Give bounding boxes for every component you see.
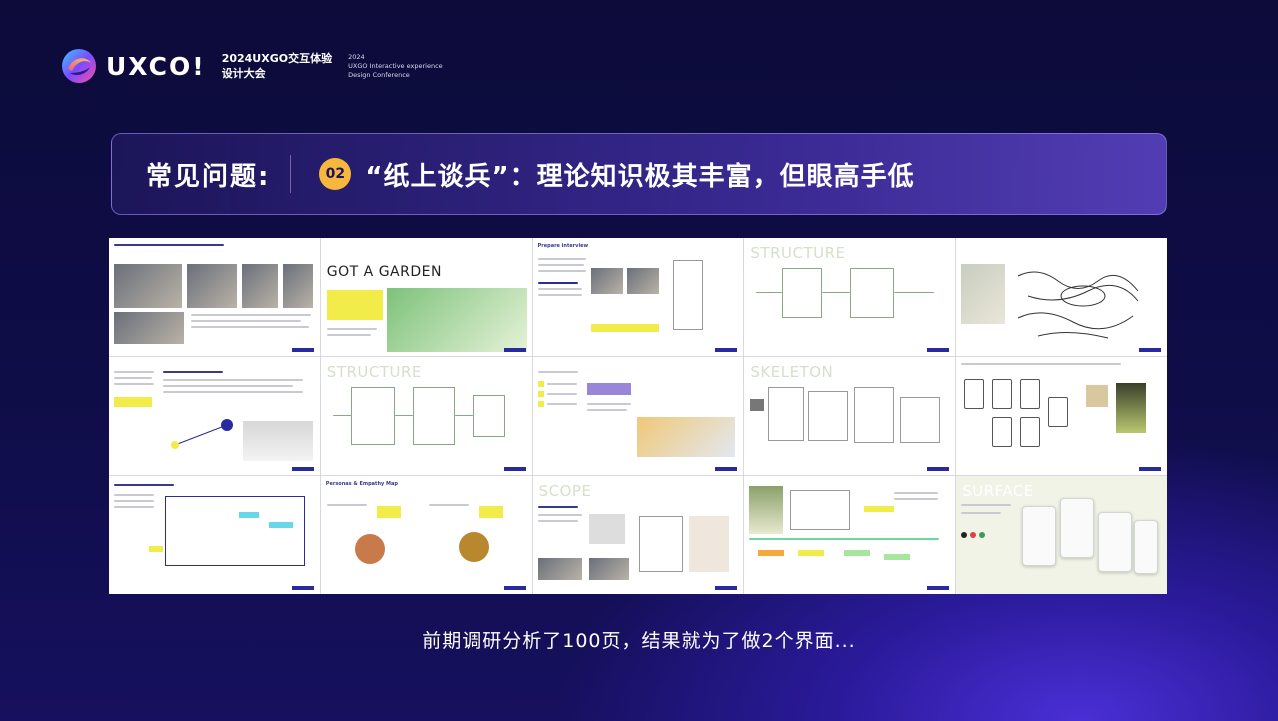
conference-name-en: 2024 UXGO Interactive experience Design …	[348, 52, 443, 79]
slide-footer	[927, 348, 950, 352]
slide-thumbnail: SCOPE	[532, 476, 744, 594]
slide-thumbnail: SURFACE	[956, 476, 1167, 594]
slide-thumbnail	[744, 476, 956, 594]
slide-footer	[715, 467, 738, 471]
slide-footer	[291, 586, 314, 590]
slide-footer	[503, 348, 526, 352]
slide-footer	[291, 348, 314, 352]
slide-caption: 前期调研分析了100页，结果就为了做2个界面...	[422, 630, 856, 652]
phone-mockup	[1060, 498, 1095, 558]
slide-heading: STRUCTURE	[326, 363, 422, 381]
photo	[242, 264, 278, 308]
slide-footer	[1139, 467, 1161, 471]
highlight-note	[326, 290, 383, 320]
slide-thumbnail: STRUCTURE	[744, 238, 956, 356]
problem-banner: 常见问题: 02 “纸上谈兵”：理论知识极其丰富，但眼高手低	[111, 133, 1167, 215]
slide-thumbnail	[109, 476, 320, 594]
flow-chart	[165, 496, 305, 566]
conference-name-cn: 2024UXGO交互体验 设计大会	[221, 52, 333, 80]
slide-thumbnail: STRUCTURE	[320, 357, 532, 475]
questionnaire	[672, 260, 703, 330]
slide-title-bar	[114, 244, 224, 246]
highlight-note	[590, 324, 659, 332]
slide-footer	[927, 586, 950, 590]
persona-avatar	[354, 534, 385, 564]
photo	[243, 421, 313, 461]
slide-footer	[291, 467, 314, 471]
banner-divider	[290, 155, 292, 193]
phone-photo	[1116, 383, 1147, 433]
slide-footer	[715, 586, 738, 590]
slide-heading: SCOPE	[538, 482, 592, 500]
slide-heading: GOT A GARDEN	[326, 264, 442, 280]
photo	[590, 268, 623, 294]
photo	[114, 264, 182, 308]
slide-tag: Personas & Empathy Map	[325, 481, 398, 487]
slide-heading: SKELETON	[750, 363, 834, 381]
slide-thumbnail: Prepare interview	[532, 238, 744, 356]
banner-title: “纸上谈兵”：理论知识极其丰富，但眼高手低	[365, 161, 915, 192]
photo	[283, 264, 313, 308]
photo	[537, 558, 582, 580]
slide-footer	[1139, 348, 1161, 352]
slide-footer	[503, 586, 526, 590]
uxgo-logo-icon	[60, 47, 98, 85]
photo	[187, 264, 237, 308]
persona-icons	[586, 383, 631, 395]
slide-thumbnail	[109, 238, 320, 356]
phone-mockup	[1134, 520, 1159, 574]
persona-avatar	[458, 532, 489, 562]
slide-thumbnail: SKELETON	[744, 357, 956, 475]
handwritten-mindmap	[1017, 271, 1139, 339]
slide-thumbnail	[956, 357, 1167, 475]
slide-thumbnail	[532, 357, 744, 475]
highlight-note	[114, 397, 152, 407]
slide-footer	[927, 467, 950, 471]
photo	[636, 417, 735, 457]
photo	[626, 268, 659, 294]
map-image	[961, 264, 1006, 324]
photo	[114, 312, 184, 344]
slide-footer	[715, 348, 738, 352]
research-slides-grid: GOT A GARDEN Prepare interview STRUCTURE	[109, 238, 1167, 594]
slide-thumbnail	[109, 357, 320, 475]
photo	[588, 558, 629, 580]
slide-heading: STRUCTURE	[750, 244, 846, 262]
phone-mockup	[1098, 512, 1133, 572]
problem-number-badge: 02	[319, 158, 352, 190]
brand-name: UXCO!	[106, 51, 206, 81]
slide-heading: SURFACE	[962, 482, 1034, 500]
slide-tag: Prepare interview	[537, 243, 589, 249]
slide-thumbnail	[956, 238, 1167, 356]
phone-photo	[749, 486, 784, 534]
slide-thumbnail: Personas & Empathy Map	[320, 476, 532, 594]
slide-thumbnail: GOT A GARDEN	[320, 238, 532, 356]
banner-label: 常见问题:	[146, 161, 271, 192]
phone-mockup	[1022, 506, 1057, 566]
slide-footer	[503, 467, 526, 471]
app-mockup-image	[386, 288, 527, 352]
relation-diagram	[171, 419, 233, 449]
brand-header: UXCO! 2024UXGO交互体验 设计大会 2024 UXGO Intera…	[60, 46, 443, 86]
